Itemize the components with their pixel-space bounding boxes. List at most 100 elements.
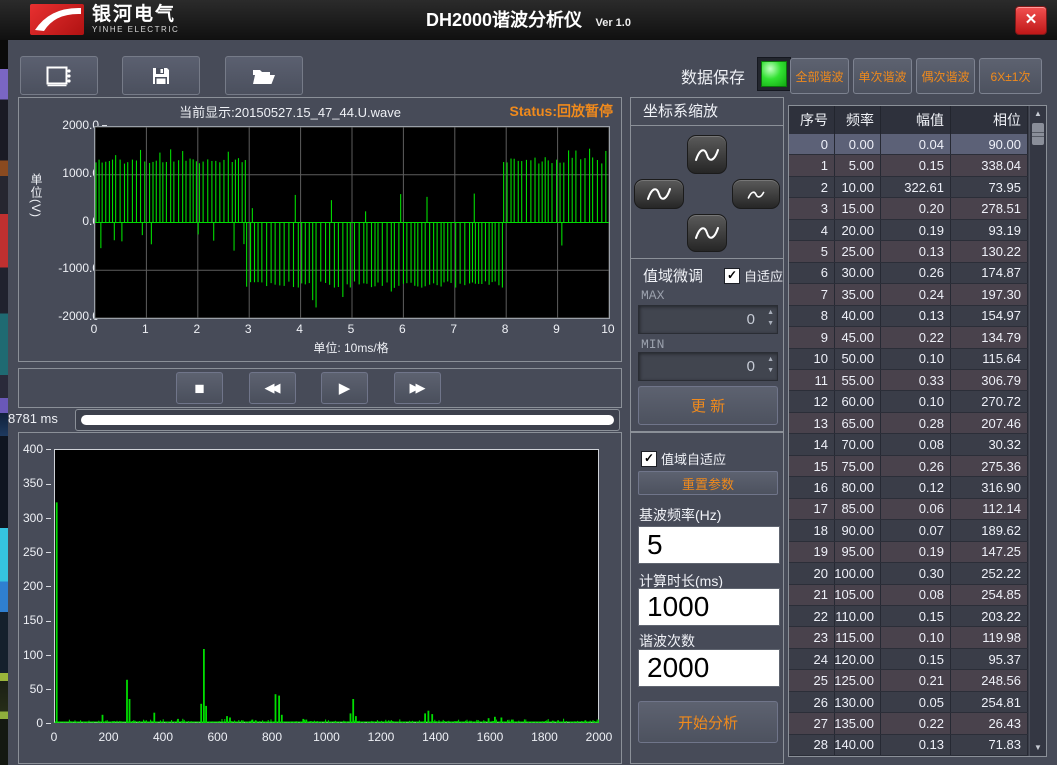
table-row[interactable]: 1680.000.12316.90 xyxy=(789,477,1028,498)
min-spinner[interactable]: 0 ▲ ▼ xyxy=(638,352,778,381)
table-row[interactable]: 1785.000.06112.14 xyxy=(789,499,1028,520)
update-button[interactable]: 更 新 xyxy=(638,386,778,425)
table-row[interactable]: 15.000.15338.04 xyxy=(789,155,1028,176)
table-row[interactable]: 27135.000.2226.43 xyxy=(789,713,1028,734)
fundamental-freq-input[interactable]: 5 xyxy=(638,526,780,564)
open-file-button[interactable] xyxy=(225,56,303,95)
spinner-down-icon[interactable]: ▼ xyxy=(767,319,774,328)
table-row[interactable]: 210.00322.6173.95 xyxy=(789,177,1028,198)
filter-even-harmonics-button[interactable]: 偶次谐波 xyxy=(916,58,975,94)
filter-label: 偶次谐波 xyxy=(921,68,969,85)
table-cell: 85.00 xyxy=(835,499,881,519)
filter-all-harmonics-button[interactable]: 全部谐波 xyxy=(790,58,849,94)
table-row[interactable]: 24120.000.1595.37 xyxy=(789,649,1028,670)
table-cell: 316.90 xyxy=(951,477,1028,497)
table-row[interactable]: 735.000.24197.30 xyxy=(789,284,1028,305)
zoom-up-button[interactable] xyxy=(687,135,727,174)
status-value: 回放暂停 xyxy=(557,103,613,119)
spinner-down-icon[interactable]: ▼ xyxy=(767,366,774,375)
table-cell: 0.10 xyxy=(881,627,951,647)
col-header-phase[interactable]: 相位 xyxy=(951,106,1028,134)
axis-tick-label: 100 xyxy=(21,649,51,662)
table-row[interactable]: 945.000.22134.79 xyxy=(789,327,1028,348)
calc-duration-input[interactable]: 1000 xyxy=(638,588,780,626)
play-button[interactable]: ▶ xyxy=(321,372,368,404)
spinner-arrows[interactable]: ▲ ▼ xyxy=(767,308,774,328)
fast-forward-button[interactable]: ▶▶ xyxy=(394,372,441,404)
table-row[interactable]: 1890.000.07189.62 xyxy=(789,520,1028,541)
axis-tick-label: 1800 xyxy=(528,730,562,744)
spinner-up-icon[interactable]: ▲ xyxy=(767,355,774,364)
zoom-right-button[interactable] xyxy=(732,179,780,209)
table-row[interactable]: 1470.000.0830.32 xyxy=(789,434,1028,455)
table-row[interactable]: 1995.000.19147.25 xyxy=(789,542,1028,563)
table-cell: 6 xyxy=(789,263,835,283)
table-row[interactable]: 25125.000.21248.56 xyxy=(789,670,1028,691)
spinner-up-icon[interactable]: ▲ xyxy=(767,308,774,317)
table-cell: 252.22 xyxy=(951,563,1028,583)
divider xyxy=(631,258,783,259)
table-row[interactable]: 525.000.13130.22 xyxy=(789,241,1028,262)
col-header-frequency[interactable]: 频率 xyxy=(835,106,881,134)
zoom-down-button[interactable] xyxy=(687,214,727,252)
save-button[interactable] xyxy=(122,56,200,95)
axis-tick-label: 0 xyxy=(77,322,111,336)
table-row[interactable]: 1575.000.26275.36 xyxy=(789,456,1028,477)
rewind-button[interactable]: ◀◀ xyxy=(249,372,296,404)
progress-bar[interactable] xyxy=(75,409,620,431)
table-row[interactable]: 1050.000.10115.64 xyxy=(789,349,1028,370)
table-cell: 112.14 xyxy=(951,499,1028,519)
scrollbar-thumb[interactable] xyxy=(1032,123,1044,145)
data-save-label: 数据保存 xyxy=(681,64,745,88)
filter-label: 6X±1次 xyxy=(991,68,1031,85)
table-row[interactable]: 26130.000.05254.81 xyxy=(789,692,1028,713)
col-header-index[interactable]: 序号 xyxy=(789,106,835,134)
table-row[interactable]: 315.000.20278.51 xyxy=(789,198,1028,219)
start-analysis-button[interactable]: 开始分析 xyxy=(638,701,778,743)
axis-tick-label: 6 xyxy=(385,322,419,336)
stop-icon: ■ xyxy=(194,380,204,397)
axis-zoom-title: 坐标系缩放 xyxy=(631,98,783,126)
auto-range-checkbox[interactable]: ✓ xyxy=(724,268,740,284)
table-row[interactable]: 1260.000.10270.72 xyxy=(789,391,1028,412)
table-row[interactable]: 1365.000.28207.46 xyxy=(789,413,1028,434)
axis-tick-label: 2 xyxy=(180,322,214,336)
table-cell: 30.32 xyxy=(951,434,1028,454)
table-row[interactable]: 23115.000.10119.98 xyxy=(789,627,1028,648)
table-row[interactable]: 21105.000.08254.85 xyxy=(789,585,1028,606)
axis-tick-label: 350 xyxy=(21,477,51,490)
table-cell: 0.15 xyxy=(881,649,951,669)
max-spinner[interactable]: 0 ▲ ▼ xyxy=(638,305,778,334)
device-record-button[interactable] xyxy=(20,56,98,95)
table-row[interactable]: 840.000.13154.97 xyxy=(789,306,1028,327)
app-window: { "titlebar": { "logo_cn": "银河电气", "logo… xyxy=(0,0,1057,765)
table-row[interactable]: 630.000.26174.87 xyxy=(789,263,1028,284)
save-icon xyxy=(151,66,171,86)
scroll-up-icon[interactable]: ▲ xyxy=(1030,107,1046,121)
table-cell: 254.85 xyxy=(951,585,1028,605)
table-cell: 248.56 xyxy=(951,670,1028,690)
stop-button[interactable]: ■ xyxy=(176,372,223,404)
table-cell: 26 xyxy=(789,692,835,712)
table-row[interactable]: 28140.000.1371.83 xyxy=(789,735,1028,756)
table-scrollbar[interactable]: ▲ ▼ xyxy=(1029,106,1046,756)
harmonic-count-input[interactable]: 2000 xyxy=(638,649,780,687)
table-cell: 13 xyxy=(789,413,835,433)
table-row[interactable]: 1155.000.33306.79 xyxy=(789,370,1028,391)
table-cell: 0.26 xyxy=(881,263,951,283)
table-cell: 174.87 xyxy=(951,263,1028,283)
scroll-down-icon[interactable]: ▼ xyxy=(1030,741,1046,755)
table-row[interactable]: 420.000.1993.19 xyxy=(789,220,1028,241)
filter-6x1-button[interactable]: 6X±1次 xyxy=(979,58,1042,94)
zoom-left-button[interactable] xyxy=(634,179,684,209)
value-auto-range-checkbox[interactable]: ✓ xyxy=(641,451,657,467)
reset-params-button[interactable]: 重置参数 xyxy=(638,471,778,495)
table-row[interactable]: 20100.000.30252.22 xyxy=(789,563,1028,584)
spinner-arrows[interactable]: ▲ ▼ xyxy=(767,355,774,375)
col-header-amplitude[interactable]: 幅值 xyxy=(881,106,951,134)
table-row[interactable]: 00.000.0490.00 xyxy=(789,134,1028,155)
axis-tick-label: 400 xyxy=(21,443,51,456)
close-button[interactable]: ✕ xyxy=(1015,6,1047,35)
filter-single-harmonic-button[interactable]: 单次谐波 xyxy=(853,58,912,94)
table-row[interactable]: 22110.000.15203.22 xyxy=(789,606,1028,627)
